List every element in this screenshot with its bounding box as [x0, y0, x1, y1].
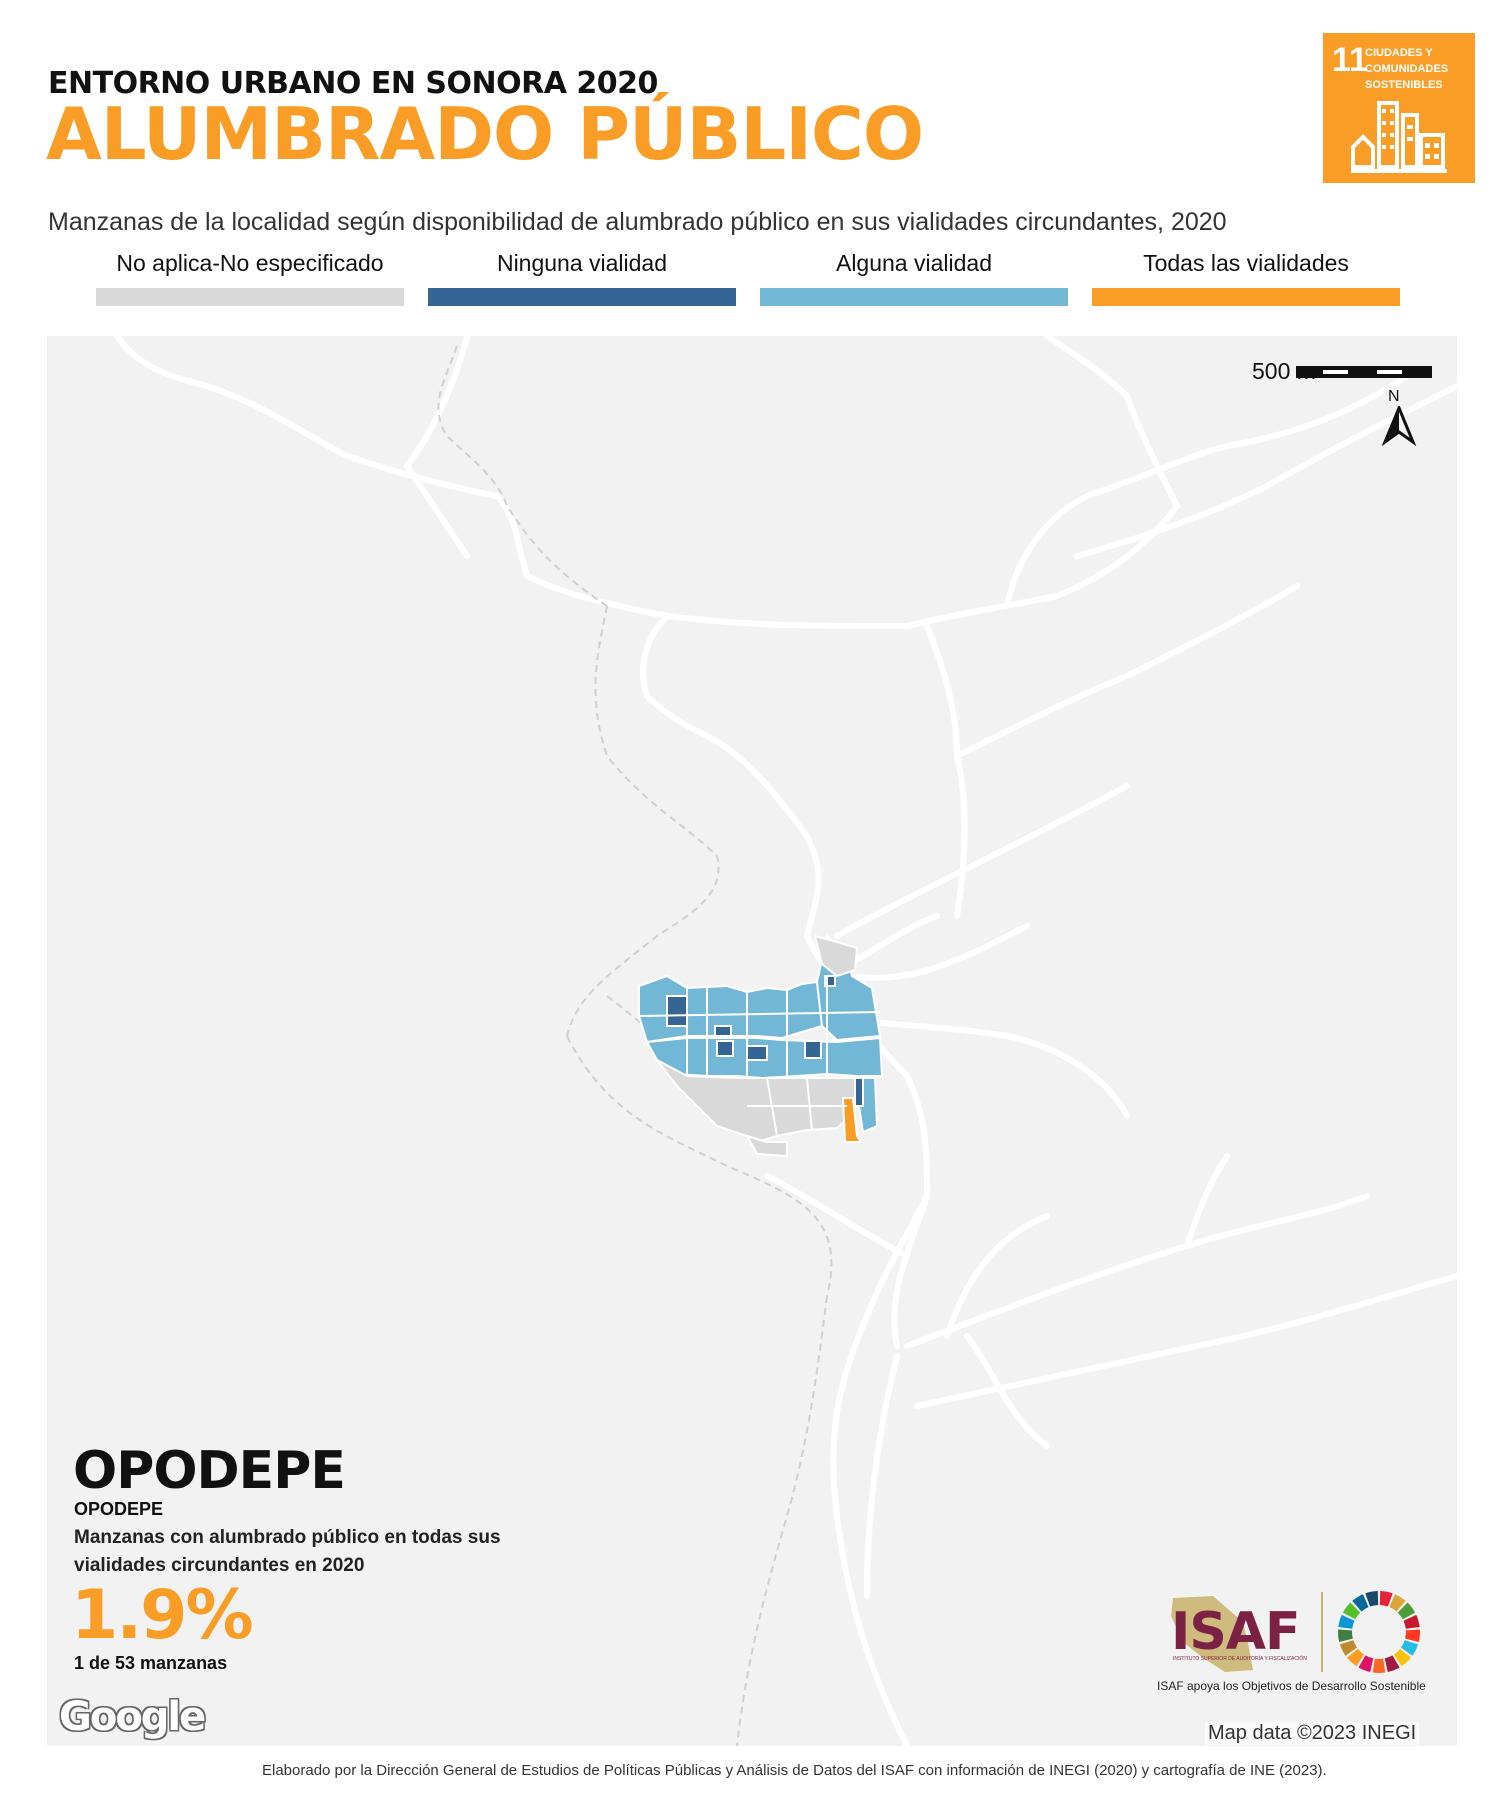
sdg-11-badge: 11 CIUDADES Y COMUNIDADES SOSTENIBLES — [1323, 33, 1475, 183]
legend-item-no-aplica: No aplica-No especificado — [96, 250, 404, 306]
sdg-wheel-segment — [1342, 1602, 1361, 1620]
scale-bar — [1296, 366, 1432, 378]
north-arrow-icon — [1381, 406, 1417, 446]
block-ninguna — [716, 1040, 734, 1057]
legend-swatch — [1092, 288, 1400, 306]
google-logo[interactable]: Google — [59, 1694, 206, 1740]
block-ninguna — [666, 995, 688, 1027]
block-ninguna — [804, 1040, 822, 1059]
page-title: ALUMBRADO PÚBLICO — [46, 92, 924, 176]
block-ninguna — [714, 1025, 732, 1037]
legend-item-ninguna: Ninguna vialidad — [428, 250, 736, 306]
sdg-wheel-segment — [1393, 1648, 1411, 1667]
sdg-wheel-segment — [1338, 1629, 1353, 1643]
sdg-wheel-segment — [1403, 1614, 1420, 1629]
sdg-wheel-segment — [1405, 1629, 1420, 1643]
sdg-wheel-segment — [1365, 1591, 1379, 1607]
sdg-wheel-segment — [1358, 1655, 1374, 1673]
legend-label: Ninguna vialidad — [496, 250, 668, 276]
municipality-name: OPODEPE — [73, 1441, 346, 1501]
legend-label: No aplica-No especificado — [116, 250, 384, 276]
north-label: N — [1388, 388, 1400, 405]
sdg-wheel-segment — [1338, 1614, 1355, 1629]
legend-label: Todas las vialidades — [1143, 250, 1349, 276]
sdg-wheel-segment — [1352, 1594, 1369, 1612]
legend-item-alguna: Alguna vialidad — [760, 250, 1068, 306]
isaf-logo-subtitle: INSTITUTO SUPERIOR DE AUDITORÍA Y FISCAL… — [1173, 1656, 1307, 1662]
footer-credits: Elaborado por la Dirección General de Es… — [262, 1762, 1327, 1779]
sdg-label: CIUDADES Y COMUNIDADES SOSTENIBLES — [1365, 47, 1449, 91]
locality-name: OPODEPE — [74, 1499, 164, 1519]
sdg-number: 11 — [1332, 41, 1368, 79]
stat-count: 1 de 53 manzanas — [74, 1653, 228, 1673]
legend-swatch — [428, 288, 736, 306]
legend-swatch — [96, 288, 404, 306]
legend-label: Alguna vialidad — [835, 250, 992, 276]
sdg-wheel-segment — [1379, 1591, 1393, 1607]
map-canvas[interactable]: 500 m N OPODEPE OPODEPE Manzanas con alu… — [47, 336, 1457, 1746]
sdg-wheel-segment — [1400, 1639, 1419, 1656]
legend-item-todas: Todas las vialidades — [1092, 250, 1400, 306]
map-subtitle: Manzanas de la localidad según disponibi… — [48, 208, 1227, 236]
logo-divider — [1321, 1592, 1323, 1672]
block-ninguna — [746, 1045, 768, 1061]
sdg-wheel-segment — [1389, 1594, 1406, 1612]
stat-description: Manzanas con alumbrado público en todas … — [74, 1527, 501, 1576]
legend-swatch — [760, 288, 1068, 306]
sdg-wheel-segment — [1339, 1639, 1358, 1656]
isaf-logo: ISAF — [1171, 1602, 1301, 1662]
isaf-tagline: ISAF apoya los Objetivos de Desarrollo S… — [1157, 1679, 1426, 1693]
sdg-wheel-segment — [1384, 1655, 1400, 1673]
city-buildings-icon — [1351, 101, 1447, 173]
block-ninguna — [854, 1077, 864, 1107]
sdg-wheel-segment — [1397, 1602, 1416, 1620]
sdg-wheel-segment — [1347, 1648, 1365, 1667]
sdg-wheel-icon — [1338, 1591, 1420, 1673]
stat-percent: 1.9% — [71, 1576, 254, 1655]
map-attribution[interactable]: Map data ©2023 INEGI — [1205, 1722, 1420, 1745]
